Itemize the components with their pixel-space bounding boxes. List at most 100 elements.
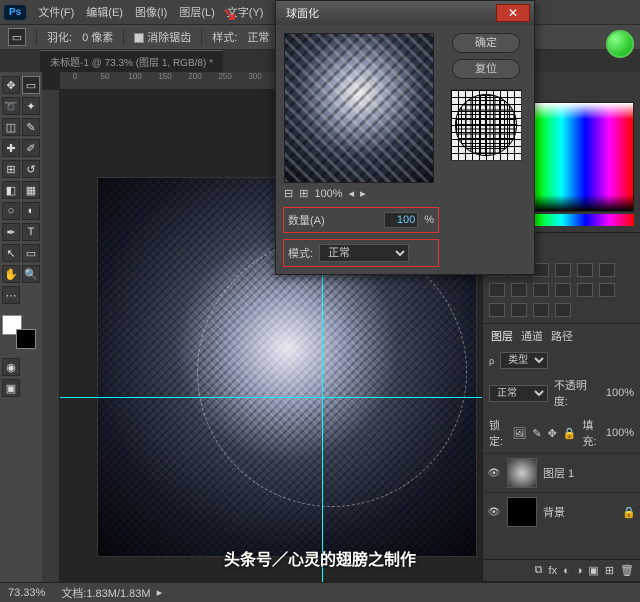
layer-thumbnail[interactable] [507, 497, 537, 527]
adj-icon[interactable] [533, 303, 549, 317]
watermark-text: 头条号／心灵的翅膀之制作 [0, 546, 640, 570]
filter-preview[interactable] [284, 33, 434, 183]
lock-icon[interactable]: ✥ [548, 427, 557, 440]
adj-icon[interactable] [511, 283, 527, 297]
lock-icon[interactable]: 🔒 [563, 427, 577, 440]
layer-name[interactable]: 图层 1 [543, 465, 574, 481]
pen-tool[interactable]: ✒ [2, 223, 20, 241]
tool-preset-icon[interactable]: ▭ [8, 28, 26, 46]
adj-icon[interactable] [511, 303, 527, 317]
antialias-label: 消除锯齿 [147, 32, 191, 44]
layer-item[interactable]: 👁 图层 1 [483, 453, 640, 492]
close-icon[interactable]: ✕ [496, 4, 530, 22]
dialog-titlebar[interactable]: 球面化 ✕ [276, 1, 534, 25]
mode-select[interactable]: 正常 [319, 244, 409, 262]
marquee-tool[interactable]: ▭ [22, 76, 40, 94]
history-brush-tool[interactable]: ↺ [22, 160, 40, 178]
app-logo: Ps [4, 5, 26, 20]
fill-value[interactable]: 100% [606, 427, 634, 439]
annotation-arrow: ↘ [222, 4, 237, 25]
selection-marquee [197, 237, 467, 507]
visibility-icon[interactable]: 👁 [487, 468, 501, 479]
style-label: 样式: [212, 29, 237, 45]
document-tab[interactable]: 未标题-1 @ 73.3% (图层 1, RGB/8) * [40, 50, 223, 72]
menu-file[interactable]: 文件(F) [32, 4, 80, 20]
adj-icon[interactable] [533, 263, 549, 277]
menu-image[interactable]: 图像(I) [129, 4, 173, 20]
spherize-grid-icon [450, 89, 522, 161]
reset-button[interactable]: 复位 [452, 59, 520, 79]
share-button[interactable] [606, 30, 634, 58]
tab-paths[interactable]: 路径 [551, 328, 573, 344]
screenmode-toggle[interactable]: ▣ [2, 379, 20, 397]
menu-layer[interactable]: 图层(L) [173, 4, 220, 20]
adj-icon[interactable] [555, 263, 571, 277]
path-tool[interactable]: ↖ [2, 244, 20, 262]
dodge-tool[interactable]: ◐ [22, 202, 40, 220]
visibility-icon[interactable]: 👁 [487, 507, 501, 518]
amount-input[interactable] [384, 212, 418, 228]
blend-mode-select[interactable]: 正常 [489, 385, 548, 402]
opacity-label: 不透明度: [554, 377, 600, 409]
adj-icon[interactable] [489, 303, 505, 317]
type-tool[interactable]: T [22, 223, 40, 241]
adj-icon[interactable] [489, 283, 505, 297]
shape-tool[interactable]: ▭ [22, 244, 40, 262]
tab-channels[interactable]: 通道 [521, 328, 543, 344]
ok-button[interactable]: 确定 [452, 33, 520, 53]
tools-panel: ✥▭ ➰✦ ◫✎ ✚✐ ⊞↺ ◧▦ ○◐ ✒T ↖▭ ✋🔍 ⋯ ◉ ▣ [0, 72, 42, 582]
quickmask-toggle[interactable]: ◉ [2, 358, 20, 376]
wand-tool[interactable]: ✦ [22, 97, 40, 115]
zoom-in-icon[interactable]: ⊞ [299, 187, 308, 200]
lock-icon[interactable]: 🖼 [512, 427, 526, 440]
status-bar: 73.33% 文档:1.83M/1.83M ▸ [0, 582, 640, 602]
crop-tool[interactable]: ◫ [2, 118, 20, 136]
dialog-title: 球面化 [280, 5, 319, 21]
brush-tool[interactable]: ✐ [22, 139, 40, 157]
adj-icon[interactable] [533, 283, 549, 297]
layer-thumbnail[interactable] [507, 458, 537, 488]
lock-label: 锁定: [489, 417, 506, 449]
edit-toolbar[interactable]: ⋯ [2, 286, 20, 304]
lock-icon[interactable]: ✎ [532, 427, 541, 440]
adj-icon[interactable] [555, 303, 571, 317]
layer-item[interactable]: 👁 背景 🔒 [483, 492, 640, 531]
filesize-display: 文档:1.83M/1.83M [61, 585, 150, 601]
adj-icon[interactable] [599, 263, 615, 277]
eraser-tool[interactable]: ◧ [2, 181, 20, 199]
preview-zoom[interactable]: 100% [314, 188, 342, 200]
menu-edit[interactable]: 编辑(E) [80, 4, 129, 20]
prev-icon[interactable]: ◂ [349, 187, 355, 200]
lasso-tool[interactable]: ➰ [2, 97, 20, 115]
fill-label: 填充: [582, 417, 599, 449]
zoom-display[interactable]: 73.33% [8, 587, 45, 599]
heal-tool[interactable]: ✚ [2, 139, 20, 157]
ruler-vertical[interactable] [42, 90, 60, 582]
adj-icon[interactable] [555, 283, 571, 297]
move-tool[interactable]: ✥ [2, 76, 20, 94]
opacity-value[interactable]: 100% [606, 387, 634, 399]
stamp-tool[interactable]: ⊞ [2, 160, 20, 178]
adj-icon[interactable] [599, 283, 615, 297]
antialias-checkbox[interactable] [134, 33, 144, 43]
hand-tool[interactable]: ✋ [2, 265, 20, 283]
next-icon[interactable]: ▸ [360, 187, 366, 200]
blur-tool[interactable]: ○ [2, 202, 20, 220]
adj-icon[interactable] [577, 283, 593, 297]
gradient-tool[interactable]: ▦ [22, 181, 40, 199]
tab-layers[interactable]: 图层 [491, 328, 513, 344]
chevron-right-icon[interactable]: ▸ [157, 586, 163, 599]
feather-value[interactable]: 0 像素 [82, 29, 113, 45]
color-swatches[interactable] [2, 315, 36, 349]
eyedropper-tool[interactable]: ✎ [22, 118, 40, 136]
background-swatch[interactable] [16, 329, 36, 349]
zoom-tool[interactable]: 🔍 [22, 265, 40, 283]
amount-label: 数量(A) [288, 212, 325, 228]
zoom-out-icon[interactable]: ⊟ [284, 187, 293, 200]
layer-name[interactable]: 背景 [543, 504, 565, 520]
adj-icon[interactable] [577, 263, 593, 277]
layer-filter-select[interactable]: 类型 [500, 352, 548, 369]
mode-label: 模式: [288, 245, 313, 261]
amount-unit: % [424, 214, 434, 226]
style-value[interactable]: 正常 [247, 29, 269, 45]
